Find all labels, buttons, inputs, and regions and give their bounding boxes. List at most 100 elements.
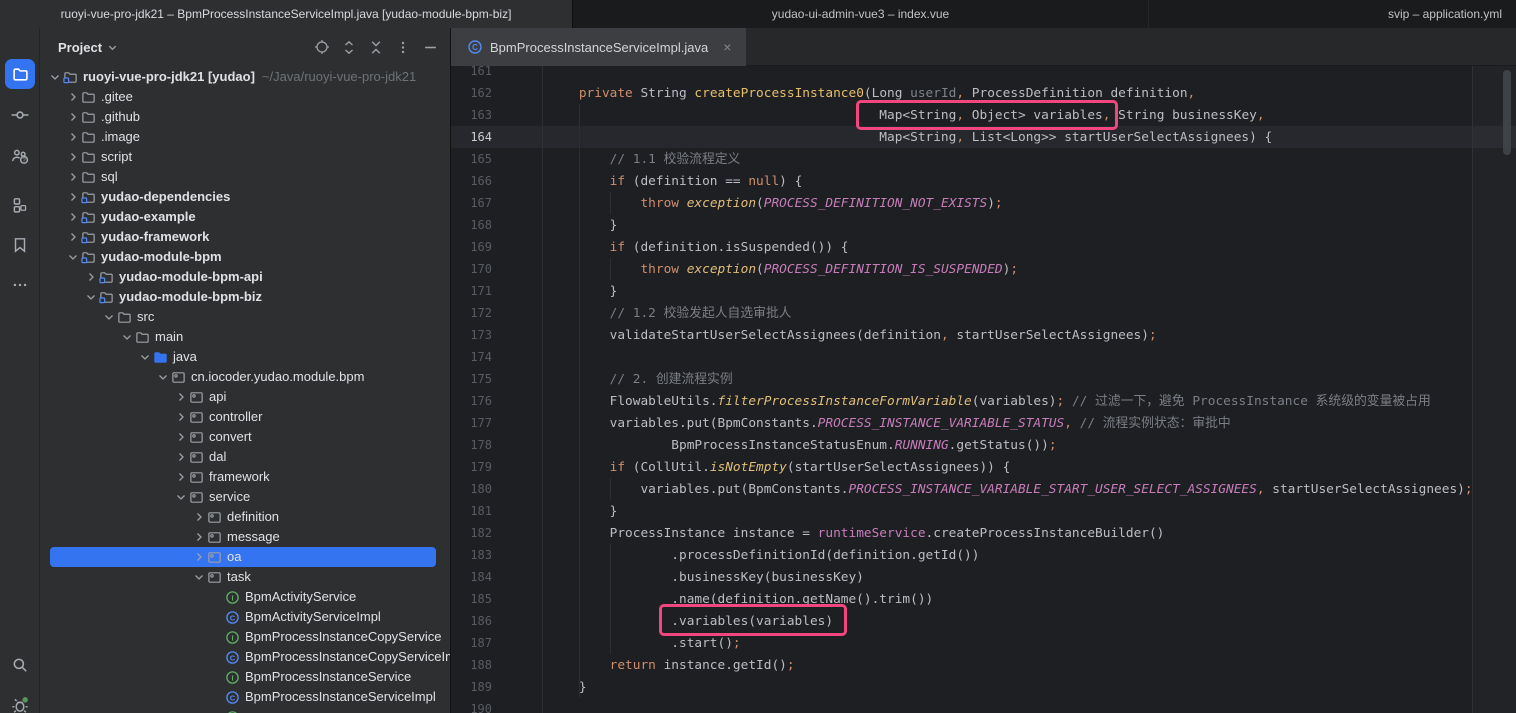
chevron-right-icon[interactable] [66,150,80,164]
locate-file-icon[interactable] [314,39,330,55]
window-tab-index-vue[interactable]: yudao-ui-admin-vue3 – index.vue [572,0,1148,28]
chevron-right-icon[interactable] [174,430,188,444]
code-line-176[interactable]: 176 FlowableUtils.filterProcessInstanceF… [451,390,1516,412]
line-number[interactable]: 163 [451,104,492,126]
line-number[interactable]: 166 [451,170,492,192]
line-number[interactable]: 189 [451,676,492,698]
code-line-178[interactable]: 178 BpmProcessInstanceStatusEnum.RUNNING… [451,434,1516,456]
chevron-right-icon[interactable] [192,510,206,524]
tree-item--image[interactable]: .image [40,127,450,147]
chevron-right-icon[interactable] [66,210,80,224]
line-number[interactable]: 170 [451,258,492,280]
tree-item-ruoyi-vue-pro-jdk21-yudao-[interactable]: ruoyi-vue-pro-jdk21 [yudao]~/Java/ruoyi-… [40,67,450,87]
collapse-all-icon[interactable] [368,39,384,55]
chevron-right-icon[interactable] [174,470,188,484]
close-icon[interactable]: × [723,40,731,54]
tree-item--gitee[interactable]: .gitee [40,87,450,107]
chevron-right-icon[interactable] [66,90,80,104]
code-line-181[interactable]: 181 } [451,500,1516,522]
code-line-189[interactable]: 189 } [451,676,1516,698]
chevron-right-icon[interactable] [66,170,80,184]
chevron-right-icon[interactable] [66,130,80,144]
line-number[interactable]: 179 [451,456,492,478]
chevron-right-icon[interactable] [174,410,188,424]
code-line-172[interactable]: 172 // 1.2 校验发起人自选审批人 [451,302,1516,324]
tree-item-sql[interactable]: sql [40,167,450,187]
line-number[interactable]: 180 [451,478,492,500]
tree-item--github[interactable]: .github [40,107,450,127]
line-number[interactable]: 176 [451,390,492,412]
code-line-179[interactable]: 179 if (CollUtil.isNotEmpty(startUserSel… [451,456,1516,478]
chevron-right-icon[interactable] [192,530,206,544]
code-line-175[interactable]: 175 // 2. 创建流程实例 [451,368,1516,390]
line-number[interactable]: 175 [451,368,492,390]
tree-item-cn-iocoder-yudao-module-bpm[interactable]: cn.iocoder.yudao.module.bpm [40,367,450,387]
tree-item-yudao-dependencies[interactable]: yudao-dependencies [40,187,450,207]
window-tab-active[interactable]: ruoyi-vue-pro-jdk21 – BpmProcessInstance… [0,0,572,28]
line-number[interactable]: 184 [451,566,492,588]
chevron-right-icon[interactable] [174,390,188,404]
tree-item-yudao-module-bpm-api[interactable]: yudao-module-bpm-api [40,267,450,287]
line-number[interactable]: 168 [451,214,492,236]
tree-item-definition[interactable]: definition [40,507,450,527]
tree-item-yudao-module-bpm-biz[interactable]: yudao-module-bpm-biz [40,287,450,307]
chevron-down-icon[interactable] [48,70,62,84]
options-kebab-icon[interactable] [395,39,411,55]
line-number[interactable]: 187 [451,632,492,654]
tree-item-controller[interactable]: controller [40,407,450,427]
code-line-182[interactable]: 182 ProcessInstance instance = runtimeSe… [451,522,1516,544]
tree-item-java[interactable]: java [40,347,450,367]
tree-item-yudao-example[interactable]: yudao-example [40,207,450,227]
pull-requests-icon[interactable]: ? [5,141,35,171]
tree-item-bpmactivityserviceimpl[interactable]: CBpmActivityServiceImpl [40,607,450,627]
chevron-right-icon[interactable] [66,110,80,124]
code-line-168[interactable]: 168 } [451,214,1516,236]
tree-item-bpmprocessinstanceservice[interactable]: IBpmProcessInstanceService [40,667,450,687]
chevron-right-icon[interactable] [192,550,206,564]
line-number[interactable]: 190 [451,698,492,713]
chevron-down-icon[interactable] [192,570,206,584]
tree-item-convert[interactable]: convert [40,427,450,447]
code-line-174[interactable]: 174 [451,346,1516,368]
code-line-169[interactable]: 169 if (definition.isSuspended()) { [451,236,1516,258]
project-panel-title[interactable]: Project [58,40,118,55]
tree-item-api[interactable]: api [40,387,450,407]
tree-item-dal[interactable]: dal [40,447,450,467]
tree-item-bpmprocessinstanceserviceimpl[interactable]: CBpmProcessInstanceServiceImpl [40,687,450,707]
tree-item-bpmprocessinstancecopyservice[interactable]: IBpmProcessInstanceCopyService [40,627,450,647]
editor-scrollbar-thumb[interactable] [1503,70,1511,155]
line-number[interactable]: 185 [451,588,492,610]
tree-item-yudao-framework[interactable]: yudao-framework [40,227,450,247]
window-tab-svip-yml[interactable]: svip – application.yml [1148,0,1516,28]
chevron-down-icon[interactable] [120,330,134,344]
search-icon[interactable] [5,650,35,680]
tree-item-script[interactable]: script [40,147,450,167]
line-number[interactable]: 167 [451,192,492,214]
code-line-171[interactable]: 171 } [451,280,1516,302]
line-number[interactable]: 183 [451,544,492,566]
tree-item-service[interactable]: service [40,487,450,507]
tree-item-src[interactable]: src [40,307,450,327]
line-number[interactable]: 178 [451,434,492,456]
line-number[interactable]: 162 [451,82,492,104]
editor-tab-active[interactable]: C BpmProcessInstanceServiceImpl.java × [451,28,746,66]
tree-item-oa[interactable]: oa [40,547,450,567]
line-number[interactable]: 173 [451,324,492,346]
chevron-right-icon[interactable] [174,450,188,464]
line-number[interactable]: 172 [451,302,492,324]
hide-panel-icon[interactable] [422,39,438,55]
tree-item-message[interactable]: message [40,527,450,547]
chevron-down-icon[interactable] [84,290,98,304]
line-number[interactable]: 186 [451,610,492,632]
line-number[interactable]: 181 [451,500,492,522]
debug-icon[interactable] [5,690,35,713]
tree-item-partial[interactable]: I [40,707,450,713]
line-number[interactable]: 169 [451,236,492,258]
chevron-down-icon[interactable] [174,490,188,504]
tree-item-yudao-module-bpm[interactable]: yudao-module-bpm [40,247,450,267]
chevron-right-icon[interactable] [84,270,98,284]
code-line-177[interactable]: 177 variables.put(BpmConstants.PROCESS_I… [451,412,1516,434]
tree-item-bpmactivityservice[interactable]: IBpmActivityService [40,587,450,607]
code-line-188[interactable]: 188 return instance.getId(); [451,654,1516,676]
chevron-down-icon[interactable] [66,250,80,264]
